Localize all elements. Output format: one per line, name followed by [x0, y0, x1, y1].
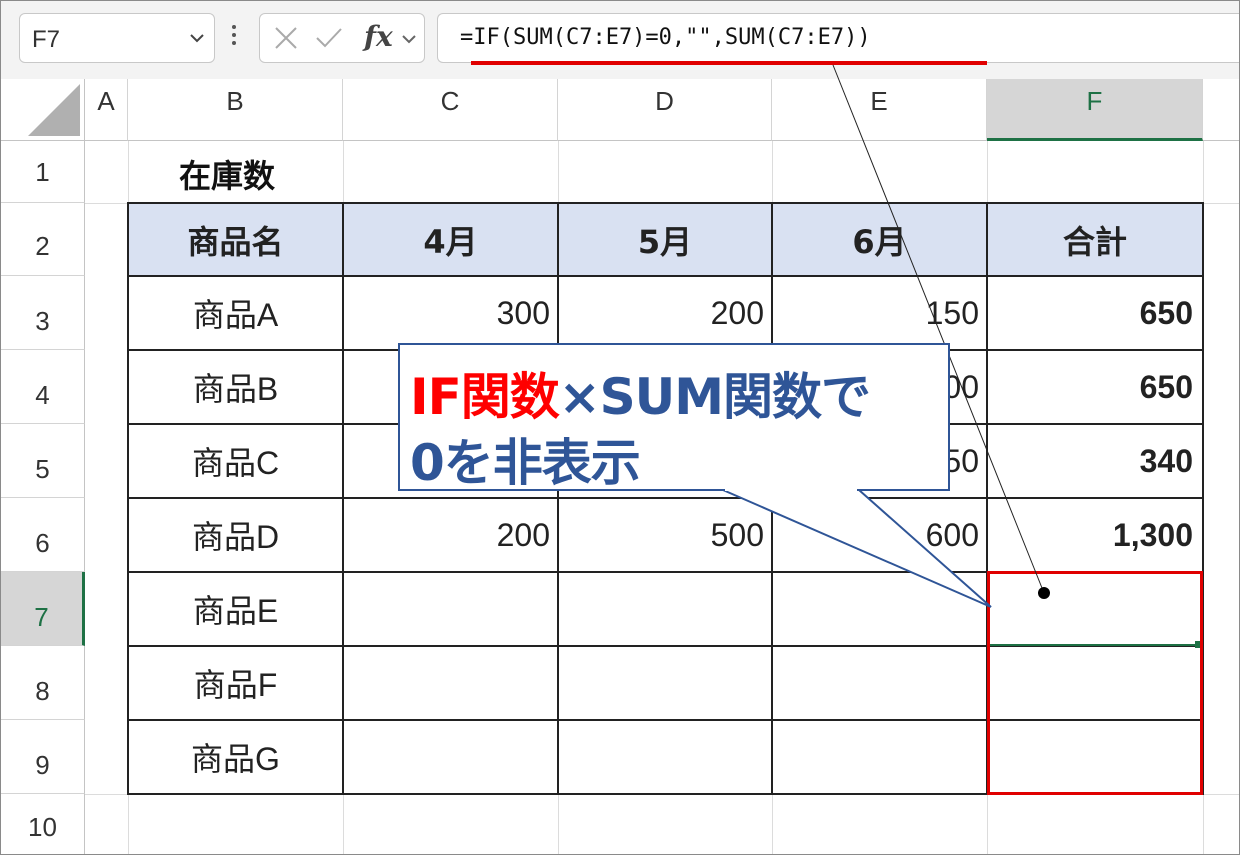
name-box[interactable]: F7 — [19, 13, 215, 63]
column-header-f[interactable]: F — [987, 79, 1203, 141]
column-header-d[interactable]: D — [558, 79, 772, 141]
row-header-9[interactable]: 9 — [1, 720, 85, 794]
callout-box: IF関数×SUM関数で 0を非表示 — [398, 343, 950, 492]
column-header-e[interactable]: E — [772, 79, 987, 141]
column-header-a[interactable]: A — [85, 79, 128, 141]
header-cell-product[interactable]: 商品名 — [128, 203, 343, 276]
row-header-4[interactable]: 4 — [1, 350, 85, 424]
callout-tail-join — [725, 487, 857, 491]
value-cell-d6[interactable]: 500 — [558, 498, 772, 572]
name-box-value: F7 — [32, 26, 61, 53]
cancel-icon[interactable] — [272, 24, 300, 56]
total-cell-f6[interactable]: 1,300 — [987, 498, 1203, 572]
column-header-b[interactable]: B — [128, 79, 343, 141]
header-cell-june[interactable]: 6月 — [772, 203, 987, 276]
table-border — [127, 202, 1204, 204]
table-border — [342, 202, 344, 795]
callout-line-1: IF関数×SUM関数で — [410, 357, 871, 429]
row-header-5[interactable]: 5 — [1, 424, 85, 498]
formula-function-buttons: fx — [259, 13, 425, 63]
value-cell-e3[interactable]: 150 — [772, 276, 987, 350]
header-cell-april[interactable]: 4月 — [343, 203, 558, 276]
total-cell-f3[interactable]: 650 — [987, 276, 1203, 350]
chevron-down-icon[interactable] — [188, 29, 206, 51]
row-header-10[interactable]: 10 — [1, 794, 85, 854]
highlight-box-f7-f9 — [987, 571, 1203, 795]
row-header-3[interactable]: 3 — [1, 276, 85, 350]
table-border — [771, 202, 773, 795]
value-cell-e6[interactable]: 600 — [772, 498, 987, 572]
header-cell-may[interactable]: 5月 — [558, 203, 772, 276]
row-header-8[interactable]: 8 — [1, 646, 85, 720]
spreadsheet-window: F7 fx =IF(SUM(C7:E7)=0,"",SUM(C7:E7)) A … — [0, 0, 1240, 855]
table-border — [557, 202, 559, 795]
callout-red-text: IF関数 — [410, 368, 560, 426]
callout-blue-text: ×SUM関数で — [558, 368, 871, 426]
formula-text: =IF(SUM(C7:E7)=0,"",SUM(C7:E7)) — [460, 25, 871, 50]
chevron-down-icon[interactable] — [400, 30, 418, 52]
table-border — [127, 275, 1204, 277]
value-cell-c6[interactable]: 200 — [343, 498, 558, 572]
table-border — [127, 497, 1204, 499]
row-header-7[interactable]: 7 — [1, 572, 85, 646]
value-cell-d3[interactable]: 200 — [558, 276, 772, 350]
product-name-cell[interactable]: 商品G — [128, 720, 343, 794]
header-cell-total[interactable]: 合計 — [987, 203, 1203, 276]
table-border — [127, 202, 129, 795]
callout-line-2: 0を非表示 — [410, 434, 641, 492]
column-header-c[interactable]: C — [343, 79, 558, 141]
product-name-cell[interactable]: 商品B — [128, 350, 343, 424]
product-name-cell[interactable]: 商品E — [128, 572, 343, 646]
formula-input[interactable]: =IF(SUM(C7:E7)=0,"",SUM(C7:E7)) — [437, 13, 1239, 63]
formula-highlight-underline — [471, 61, 987, 65]
column-header-next[interactable] — [1203, 79, 1239, 141]
total-cell-f4[interactable]: 650 — [987, 350, 1203, 424]
row-header-6[interactable]: 6 — [1, 498, 85, 572]
select-all-button[interactable] — [1, 79, 85, 141]
sheet-title: 在庫数 — [179, 157, 276, 195]
product-name-cell[interactable]: 商品C — [128, 424, 343, 498]
row-header-2[interactable]: 2 — [1, 203, 85, 276]
product-name-cell[interactable]: 商品D — [128, 498, 343, 572]
product-name-cell[interactable]: 商品F — [128, 646, 343, 720]
check-icon[interactable] — [314, 24, 344, 56]
total-cell-f5[interactable]: 340 — [987, 424, 1203, 498]
formula-bar-area: F7 fx =IF(SUM(C7:E7)=0,"",SUM(C7:E7)) — [1, 1, 1239, 79]
product-name-cell[interactable]: 商品A — [128, 276, 343, 350]
row-header-1[interactable]: 1 — [1, 141, 85, 203]
more-options-icon[interactable] — [230, 25, 238, 53]
value-cell-c3[interactable]: 300 — [343, 276, 558, 350]
insert-function-icon[interactable]: fx — [364, 20, 393, 53]
